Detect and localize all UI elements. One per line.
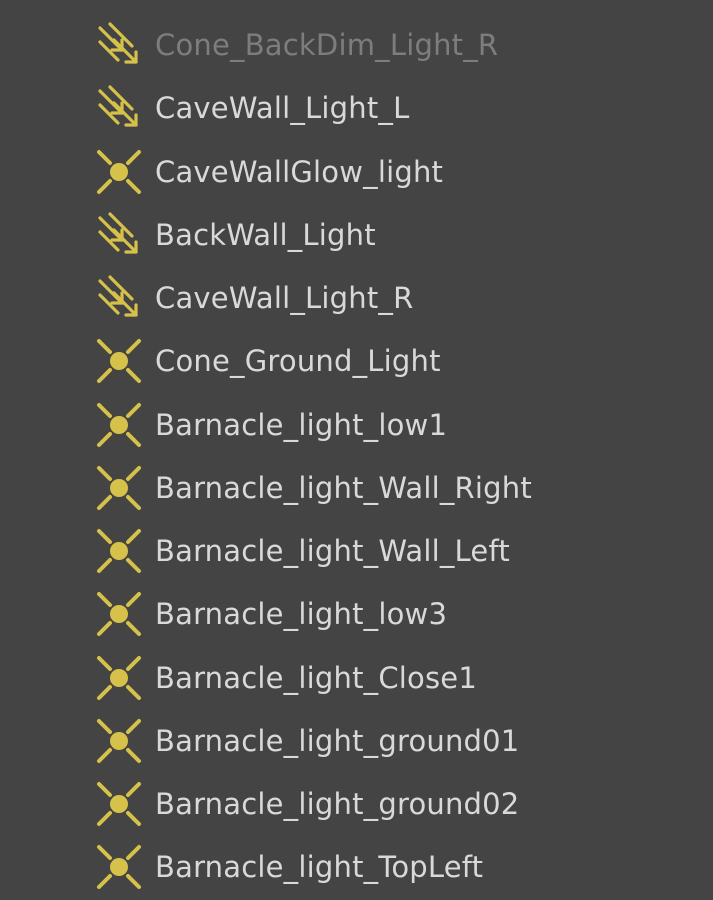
outliner-item[interactable]: Barnacle_light_ground01 (0, 709, 713, 772)
point-light-icon (96, 465, 142, 511)
outliner-item[interactable]: Cone_Ground_Light (0, 329, 713, 392)
outliner-item[interactable]: Barnacle_light_low3 (0, 582, 713, 645)
outliner-item[interactable]: Barnacle_light_Wall_Left (0, 519, 713, 582)
outliner-item-label: Barnacle_light_Wall_Left (155, 533, 510, 568)
outliner-item-label: CaveWall_Light_L (155, 90, 410, 125)
directional-light-icon (96, 84, 142, 131)
outliner-item-label: Barnacle_light_low3 (155, 596, 448, 631)
outliner-item[interactable]: BackWall_Light (0, 203, 713, 266)
outliner-item-label: CaveWall_Light_R (155, 280, 414, 315)
directional-light-icon (96, 21, 142, 68)
outliner-item[interactable]: Barnacle_light_Wall_Right (0, 456, 713, 519)
point-light-icon (96, 655, 142, 701)
outliner-item[interactable]: Barnacle_light_low1 (0, 393, 713, 456)
point-light-icon (96, 528, 142, 574)
outliner-item-label: BackWall_Light (155, 217, 376, 252)
outliner-item-label: Barnacle_light_low1 (155, 407, 448, 442)
outliner-item[interactable]: Barnacle_light_ground02 (0, 772, 713, 835)
outliner-item-label: Cone_Ground_Light (155, 343, 441, 378)
outliner-item[interactable]: Cone_BackDim_Light_R (0, 13, 713, 76)
point-light-icon (96, 149, 142, 195)
outliner-item-label: Cone_BackDim_Light_R (155, 27, 499, 62)
outliner-item-label: Barnacle_light_TopLeft (155, 849, 484, 884)
point-light-icon (96, 338, 142, 384)
outliner-item[interactable]: CaveWall_Light_L (0, 76, 713, 139)
point-light-icon (96, 718, 142, 764)
point-light-icon (96, 844, 142, 890)
outliner-item[interactable]: CaveWallGlow_light (0, 140, 713, 203)
directional-light-icon (96, 274, 142, 321)
outliner-item-label: CaveWallGlow_light (155, 154, 444, 189)
outliner-item-label: Barnacle_light_Close1 (155, 660, 477, 695)
point-light-icon (96, 402, 142, 448)
outliner-item-label: Barnacle_light_ground02 (155, 786, 520, 821)
outliner-item[interactable]: Barnacle_light_TopLeft (0, 835, 713, 898)
point-light-icon (96, 781, 142, 827)
outliner-item[interactable]: CaveWall_Light_R (0, 266, 713, 329)
outliner-panel: Cone_BackDim_Light_R CaveWall_Light_L Ca… (0, 0, 713, 900)
point-light-icon (96, 591, 142, 637)
directional-light-icon (96, 211, 142, 258)
outliner-item[interactable]: Barnacle_light_Close1 (0, 646, 713, 709)
outliner-item-label: Barnacle_light_ground01 (155, 723, 520, 758)
outliner-item-label: Barnacle_light_Wall_Right (155, 470, 532, 505)
